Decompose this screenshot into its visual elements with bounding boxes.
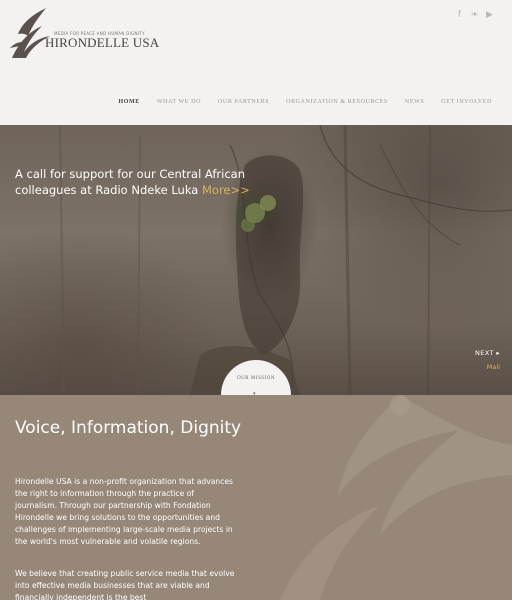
main-nav: HOME WHAT WE DO OUR PARTNERS ORGANIZATIO… bbox=[118, 99, 492, 105]
facebook-icon[interactable]: f bbox=[455, 10, 464, 21]
nav-item-our-partners[interactable]: OUR PARTNERS bbox=[218, 99, 269, 105]
social-links: f ❧ ▶ bbox=[455, 10, 494, 21]
slider-next-button[interactable]: NEXT ▸ bbox=[475, 349, 500, 357]
nav-item-what-we-do[interactable]: WHAT WE DO bbox=[157, 99, 201, 105]
nav-item-news[interactable]: NEWS bbox=[405, 99, 424, 105]
site-header: MEDIA FOR PEACE AND HUMAN DIGNITY HIROND… bbox=[0, 0, 512, 125]
twitter-icon[interactable]: ❧ bbox=[470, 10, 479, 21]
mission-heading: Voice, Information, Dignity bbox=[15, 418, 242, 438]
hero-more-link[interactable]: More>> bbox=[202, 183, 250, 197]
youtube-icon[interactable]: ▶ bbox=[485, 10, 494, 21]
logo-name: HIRONDELLE USA bbox=[45, 35, 160, 50]
swallow-watermark-icon bbox=[280, 395, 512, 600]
our-mission-label: OUR MISSION bbox=[237, 376, 275, 381]
nav-item-home[interactable]: HOME bbox=[118, 99, 139, 105]
mission-section: Voice, Information, Dignity Hirondelle U… bbox=[0, 395, 512, 600]
swallow-logo-icon bbox=[10, 8, 50, 58]
hero-headline: A call for support for our Central Afric… bbox=[15, 166, 255, 198]
mission-paragraph-1: Hirondelle USA is a non-profit organizat… bbox=[15, 477, 234, 546]
slider-next-title[interactable]: Mali bbox=[487, 363, 500, 371]
hero-slider: A call for support for our Central Afric… bbox=[0, 125, 512, 395]
nav-item-get-involved[interactable]: GET INVOLVED bbox=[441, 99, 492, 105]
nav-item-organization-resources[interactable]: ORGANIZATION & RESOURCES bbox=[286, 99, 388, 105]
mission-paragraph-2: We believe that creating public service … bbox=[15, 569, 235, 600]
hirondelle-logo[interactable]: MEDIA FOR PEACE AND HUMAN DIGNITY HIROND… bbox=[8, 4, 160, 62]
